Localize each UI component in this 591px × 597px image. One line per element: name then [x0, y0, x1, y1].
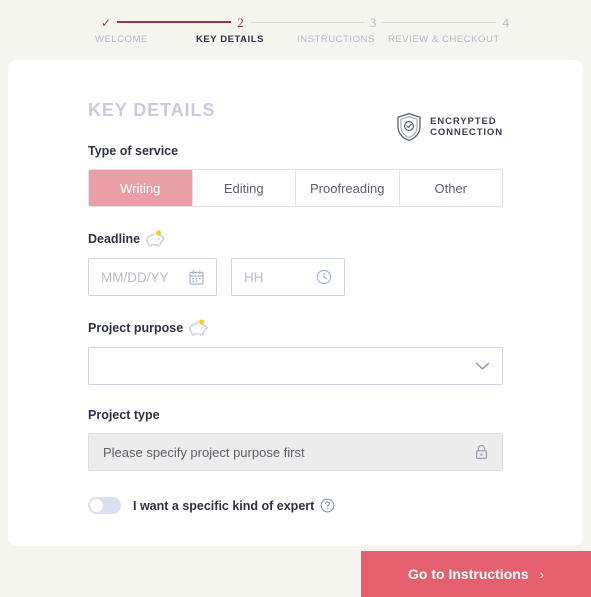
project-type-value: Please specify project purpose first: [103, 444, 305, 460]
form-card: KEY DETAILS ENCRYPTED CONNECTION Type of…: [8, 60, 583, 546]
stepper-labels: WELCOME KEY DETAILS INSTRUCTIONS REVIEW …: [0, 34, 591, 50]
deadline-time-placeholder: HH: [244, 269, 264, 285]
step-label-welcome[interactable]: WELCOME: [95, 34, 148, 45]
step-label-key-details[interactable]: KEY DETAILS: [196, 34, 264, 45]
service-type-group: Type of service Writing Editing Proofrea…: [88, 144, 583, 207]
deadline-label: Deadline: [88, 230, 583, 247]
chevron-right-icon: ›: [539, 566, 544, 582]
step-label-review-checkout[interactable]: REVIEW & CHECKOUT: [388, 34, 500, 45]
piggy-bank-icon: [189, 319, 208, 336]
step-marker-2[interactable]: 2: [231, 16, 250, 29]
expert-toggle-label: I want a specific kind of expert: [133, 498, 335, 513]
stepper-segment-1-2: [117, 21, 232, 23]
stepper-segment-3-4: [382, 21, 497, 23]
expert-toggle-row: I want a specific kind of expert: [88, 497, 583, 514]
tab-writing[interactable]: Writing: [89, 170, 192, 206]
tab-other[interactable]: Other: [398, 170, 502, 206]
stepper-segment-2-3: [249, 21, 364, 23]
encrypted-connection-text: ENCRYPTED CONNECTION: [430, 116, 503, 138]
service-type-tabs: Writing Editing Proofreading Other: [88, 169, 503, 207]
clock-icon[interactable]: [316, 269, 332, 285]
encrypted-line-2: CONNECTION: [430, 127, 503, 138]
tab-proofreading[interactable]: Proofreading: [295, 170, 399, 206]
toggle-knob: [90, 499, 103, 512]
stepper-nodes: ✓ 2 3 4: [95, 14, 515, 30]
deadline-time-input[interactable]: HH: [231, 258, 345, 296]
expert-toggle-switch[interactable]: [88, 497, 121, 514]
deadline-group: Deadline MM/DD/YY HH: [88, 230, 583, 296]
go-to-instructions-button[interactable]: Go to Instructions ›: [361, 551, 591, 597]
encrypted-line-1: ENCRYPTED: [430, 115, 497, 127]
step-marker-3[interactable]: 3: [364, 16, 383, 29]
calendar-icon[interactable]: [189, 269, 204, 285]
deadline-date-input[interactable]: MM/DD/YY: [88, 258, 217, 296]
cta-label: Go to Instructions: [408, 566, 529, 582]
deadline-date-placeholder: MM/DD/YY: [101, 269, 169, 285]
step-label-instructions[interactable]: INSTRUCTIONS: [297, 34, 375, 45]
step-marker-4[interactable]: 4: [496, 16, 515, 29]
deadline-inputs: MM/DD/YY HH: [88, 258, 583, 296]
encrypted-connection-badge: ENCRYPTED CONNECTION: [396, 112, 503, 142]
service-type-label: Type of service: [88, 144, 179, 158]
lock-icon: [475, 444, 488, 460]
question-circle-icon[interactable]: [320, 498, 335, 513]
project-purpose-group: Project purpose: [88, 319, 583, 385]
project-type-input: Please specify project purpose first: [88, 433, 503, 471]
project-type-label: Project type: [88, 408, 160, 422]
tab-editing[interactable]: Editing: [191, 170, 295, 206]
shield-check-icon: [396, 112, 422, 142]
key-details-page: ✓ 2 3 4 WELCOME KEY DETAILS INSTRUCTIONS…: [0, 0, 591, 597]
project-purpose-select[interactable]: [88, 347, 503, 385]
page-title: KEY DETAILS: [88, 100, 216, 120]
check-icon: ✓: [101, 15, 112, 30]
progress-stepper: ✓ 2 3 4 WELCOME KEY DETAILS INSTRUCTIONS…: [0, 0, 591, 60]
piggy-bank-icon: [146, 230, 165, 247]
chevron-down-icon[interactable]: [475, 361, 490, 371]
project-purpose-label: Project purpose: [88, 319, 583, 336]
step-marker-1[interactable]: ✓: [95, 16, 117, 29]
project-type-group: Project type Please specify project purp…: [88, 408, 583, 471]
